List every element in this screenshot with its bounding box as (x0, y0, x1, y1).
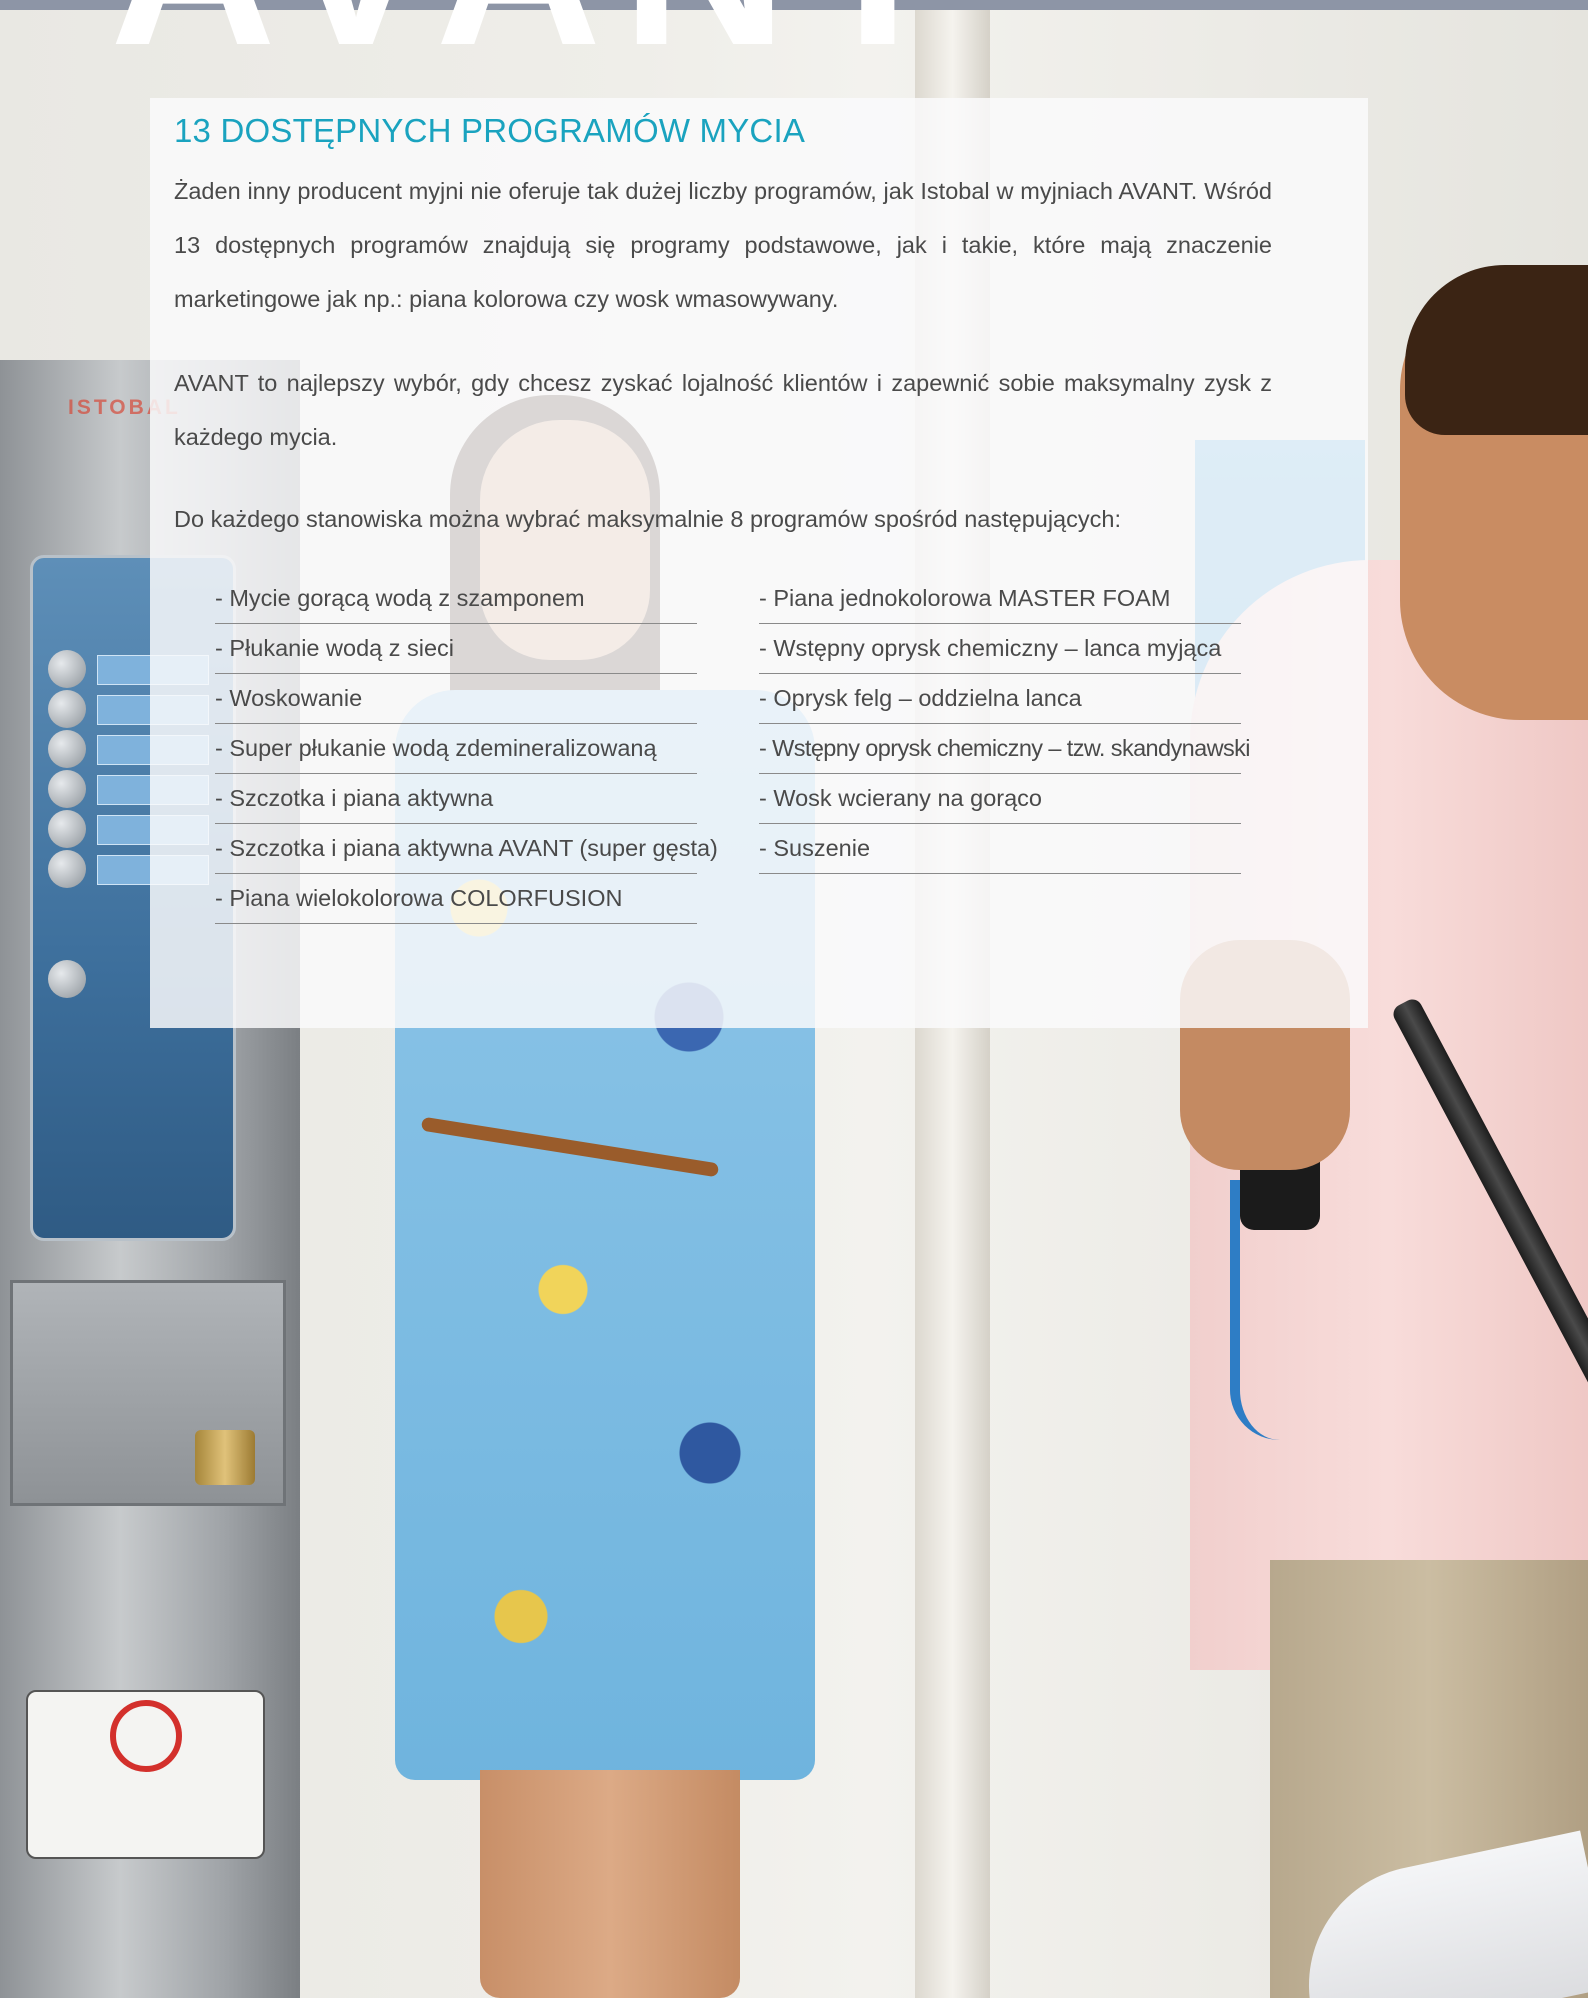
list-item: - Płukanie wodą z sieci (215, 624, 697, 674)
loyalty-paragraph: AVANT to najlepszy wybór, gdy chcesz zys… (174, 370, 1272, 450)
programs-list-left: - Mycie gorącą wodą z szamponem - Płukan… (215, 574, 718, 924)
machine-button-icon (48, 770, 86, 808)
list-item: - Wstępny oprysk chemiczny – tzw. skandy… (759, 724, 1250, 774)
list-item: - Wosk wcierany na gorąco (759, 774, 1241, 824)
machine-button-icon (48, 960, 86, 998)
prohibition-icon (110, 1700, 182, 1772)
programs-list-right: - Piana jednokolorowa MASTER FOAM - Wstę… (759, 574, 1250, 874)
list-item: - Mycie gorącą wodą z szamponem (215, 574, 697, 624)
list-item: - Piana jednokolorowa MASTER FOAM (759, 574, 1241, 624)
list-item: - Wstępny oprysk chemiczny – lanca myjąc… (759, 624, 1241, 674)
page-title: 13 DOSTĘPNYCH PROGRAMÓW MYCIA (174, 112, 806, 149)
list-item: - Szczotka i piana aktywna AVANT (super … (215, 824, 718, 874)
list-item: - Woskowanie (215, 674, 697, 724)
intro-paragraph: Żaden inny producent myjni nie oferuje t… (174, 178, 1272, 312)
woman-legs (480, 1770, 740, 1998)
list-item: - Suszenie (759, 824, 1241, 874)
machine-button-icon (48, 810, 86, 848)
list-item: - Szczotka i piana aktywna (215, 774, 697, 824)
machine-button-icon (48, 650, 86, 688)
list-item: - Super płukanie wodą zdemineralizowaną (215, 724, 697, 774)
list-item: - Oprysk felg – oddzielna lanca (759, 674, 1241, 724)
list-item: - Piana wielokolorowa COLORFUSION (215, 874, 697, 924)
selection-paragraph: Do każdego stanowiska można wybrać maksy… (174, 506, 1121, 532)
machine-button-icon (48, 730, 86, 768)
avant-watermark: AVANT (110, 0, 968, 80)
machine-button-icon (48, 690, 86, 728)
padlock-icon (195, 1430, 255, 1485)
machine-button-icon (48, 850, 86, 888)
